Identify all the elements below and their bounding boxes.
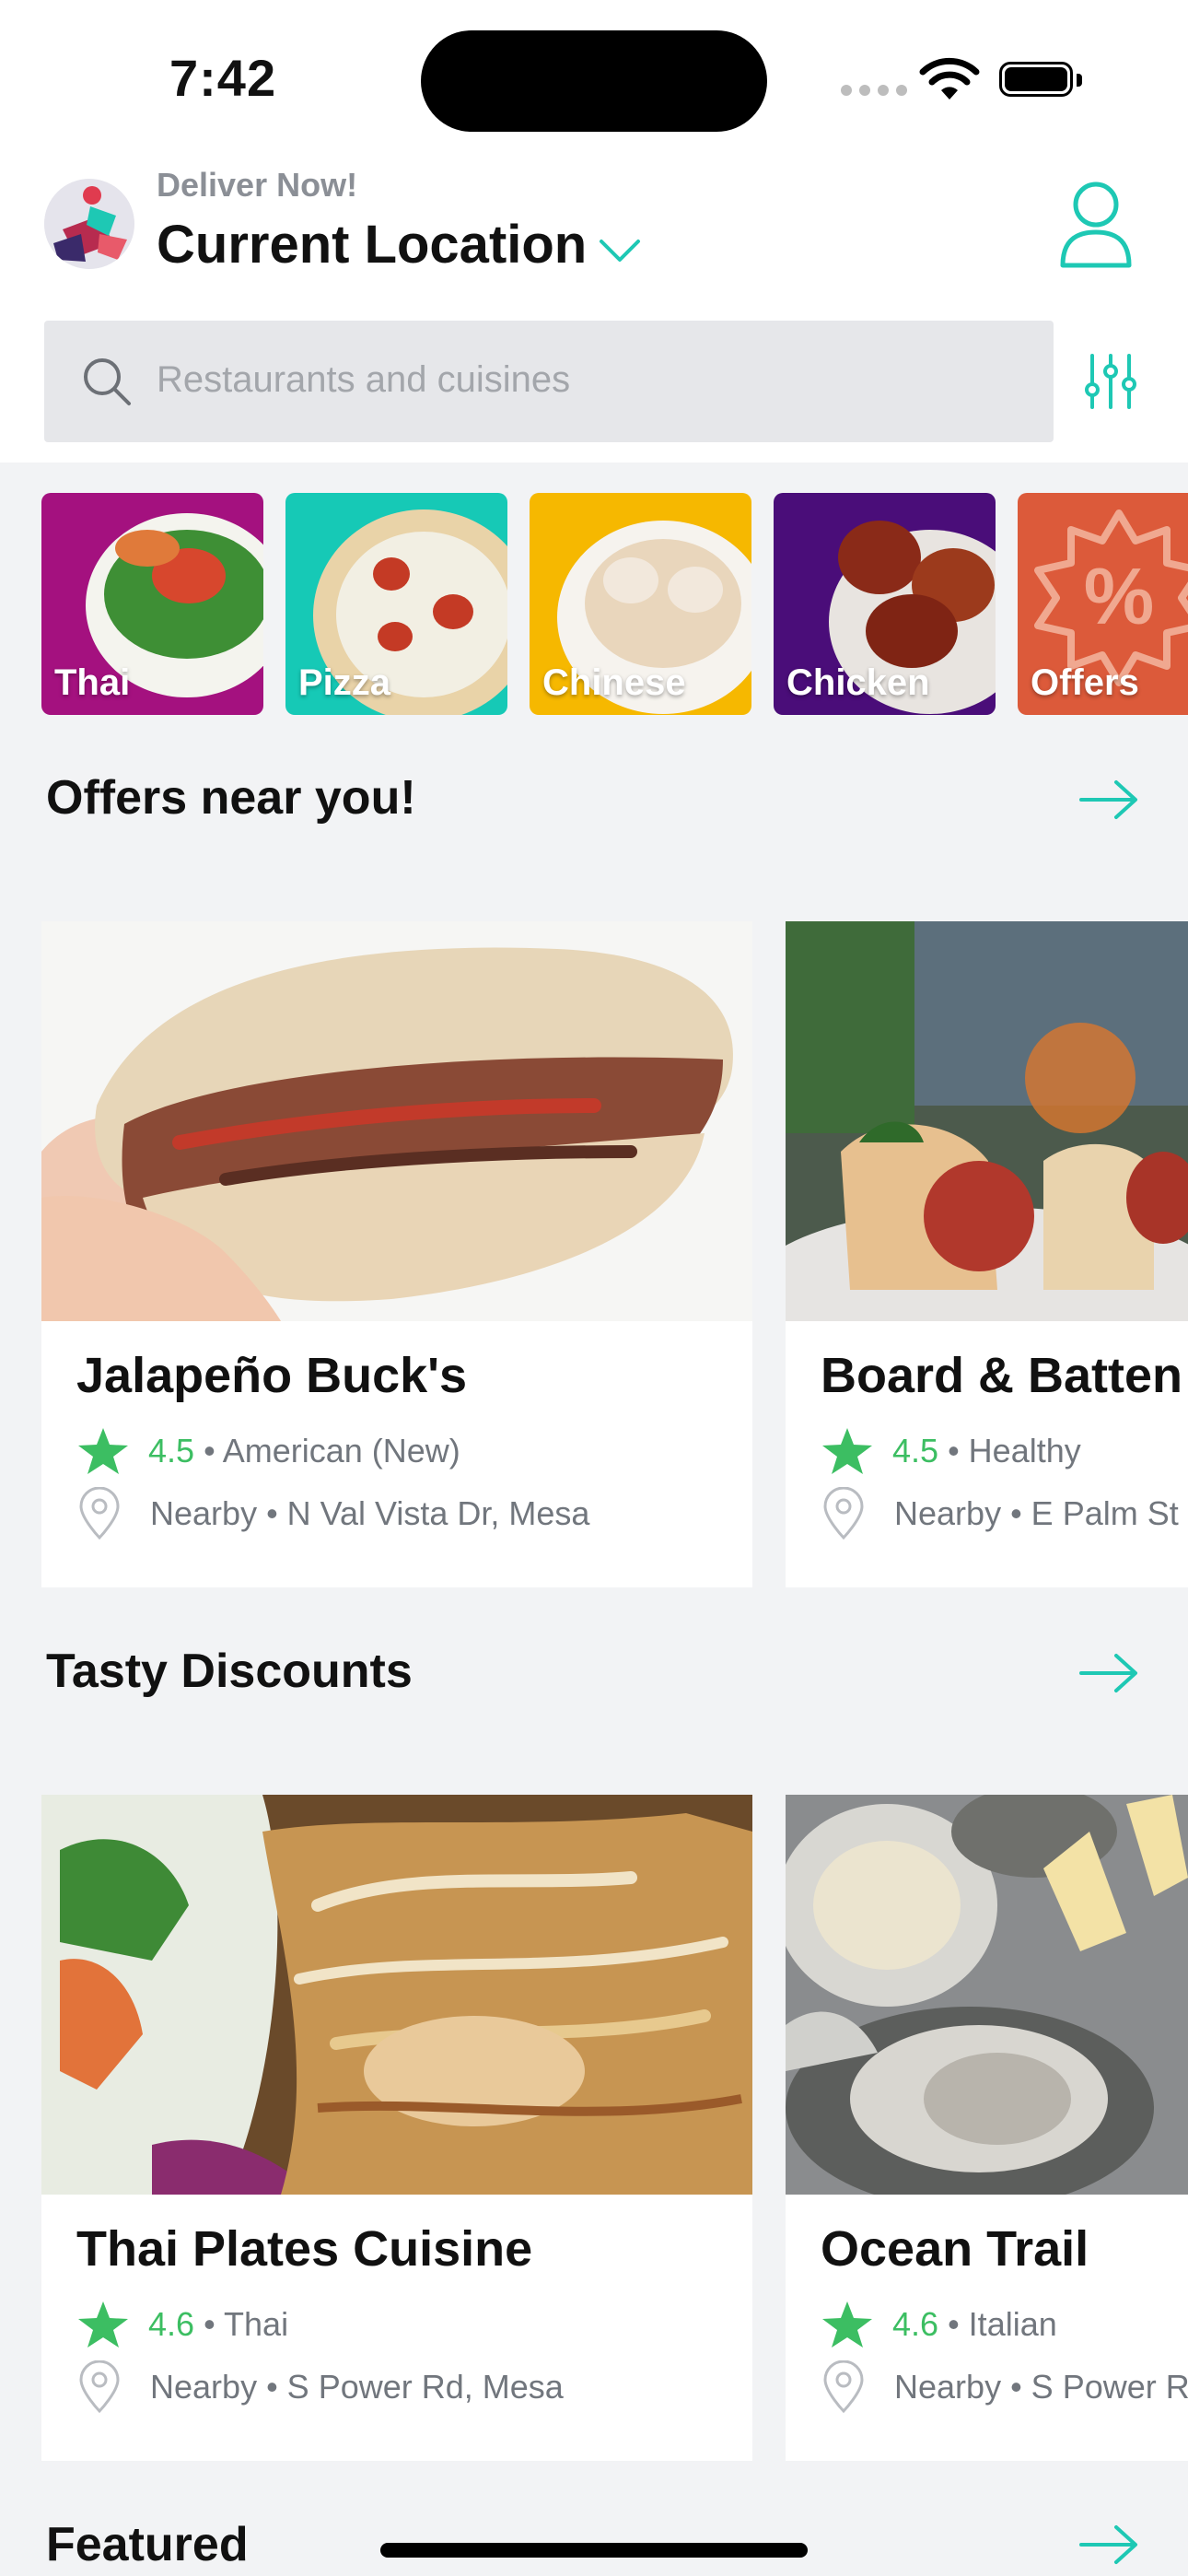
category-label: Chicken [786, 662, 930, 703]
restaurant-photo [786, 921, 1188, 1321]
chevron-down-icon[interactable] [599, 238, 641, 263]
avatar[interactable] [44, 179, 134, 269]
search-placeholder: Restaurants and cuisines [157, 359, 571, 400]
cuisine-label: • Thai [204, 2305, 289, 2343]
restaurant-card[interactable]: Thai Plates Cuisine 4.6 • Thai Nearby • … [41, 1795, 752, 2461]
star-icon [78, 1428, 128, 1474]
home-indicator[interactable] [380, 2543, 808, 2558]
rating-value: 4.5 [148, 1432, 195, 1469]
search-icon [84, 358, 131, 405]
category-chinese[interactable]: Chinese [530, 493, 751, 715]
wifi-icon [919, 57, 980, 100]
restaurant-card[interactable]: Board & Batten 4.5 • Healthy Nearby • E … [786, 921, 1188, 1587]
arrow-right-icon[interactable] [1079, 2524, 1138, 2565]
restaurant-photo [41, 1795, 752, 2195]
cellular-signal-icon [841, 85, 907, 96]
star-icon [822, 2301, 872, 2348]
restaurant-photo [786, 1795, 1188, 2195]
address-row: Nearby • E Palm St [821, 1487, 1179, 1542]
dynamic-island [421, 30, 767, 132]
address-label: Nearby • E Palm St [894, 1494, 1179, 1532]
status-time: 7:42 [169, 49, 277, 107]
cuisine-label: • American (New) [204, 1432, 460, 1469]
filter-icon[interactable] [1085, 353, 1136, 410]
restaurant-name: Jalapeño Buck's [76, 1348, 468, 1403]
category-chicken[interactable]: Chicken [774, 493, 996, 715]
restaurant-name: Board & Batten [821, 1348, 1183, 1403]
arrow-right-icon[interactable] [1079, 779, 1138, 820]
category-pizza[interactable]: Pizza [285, 493, 507, 715]
category-thai[interactable]: Thai [41, 493, 263, 715]
location-selector[interactable]: Current Location [157, 214, 587, 275]
category-label: Pizza [298, 662, 391, 703]
svg-text:%: % [1084, 553, 1154, 641]
restaurant-card[interactable]: Jalapeño Buck's 4.5 • American (New) Nea… [41, 921, 752, 1587]
star-icon [822, 1428, 872, 1474]
address-row: Nearby • S Power R [821, 2360, 1188, 2416]
restaurant-name: Thai Plates Cuisine [76, 2221, 533, 2277]
search-input[interactable]: Restaurants and cuisines [44, 321, 1054, 442]
category-label: Chinese [542, 662, 686, 703]
battery-icon [999, 62, 1084, 99]
rating-row: 4.6 • Italian [821, 2300, 1057, 2351]
profile-icon[interactable] [1059, 181, 1133, 269]
address-label: Nearby • N Val Vista Dr, Mesa [150, 1494, 590, 1532]
restaurant-card[interactable]: Ocean Trail 4.6 • Italian Nearby • S Pow… [786, 1795, 1188, 2461]
category-label: Offers [1031, 662, 1139, 703]
section-title-offers: Offers near you! [46, 771, 416, 825]
address-label: Nearby • S Power Rd, Mesa [150, 2368, 564, 2406]
rating-value: 4.6 [148, 2305, 195, 2343]
section-title-discounts: Tasty Discounts [46, 1645, 413, 1698]
restaurant-photo [41, 921, 752, 1321]
section-title-featured: Featured [46, 2518, 249, 2571]
category-offers[interactable]: % Offers [1018, 493, 1188, 715]
star-icon [78, 2301, 128, 2348]
rating-row: 4.5 • Healthy [821, 1426, 1081, 1478]
rating-value: 4.5 [892, 1432, 939, 1469]
address-row: Nearby • N Val Vista Dr, Mesa [76, 1487, 589, 1542]
cuisine-label: • Italian [948, 2305, 1057, 2343]
location-pin-icon [823, 1487, 864, 1540]
location-pin-icon [823, 2360, 864, 2414]
location-pin-icon [79, 2360, 120, 2414]
address-row: Nearby • S Power Rd, Mesa [76, 2360, 564, 2416]
location-pin-icon [79, 1487, 120, 1540]
rating-value: 4.6 [892, 2305, 939, 2343]
address-label: Nearby • S Power R [894, 2368, 1188, 2406]
rating-row: 4.5 • American (New) [76, 1426, 460, 1478]
cuisine-label: • Healthy [948, 1432, 1081, 1469]
restaurant-name: Ocean Trail [821, 2221, 1089, 2277]
rating-row: 4.6 • Thai [76, 2300, 288, 2351]
arrow-right-icon[interactable] [1079, 1653, 1138, 1693]
category-label: Thai [54, 662, 131, 703]
deliver-now-label: Deliver Now! [157, 166, 358, 204]
